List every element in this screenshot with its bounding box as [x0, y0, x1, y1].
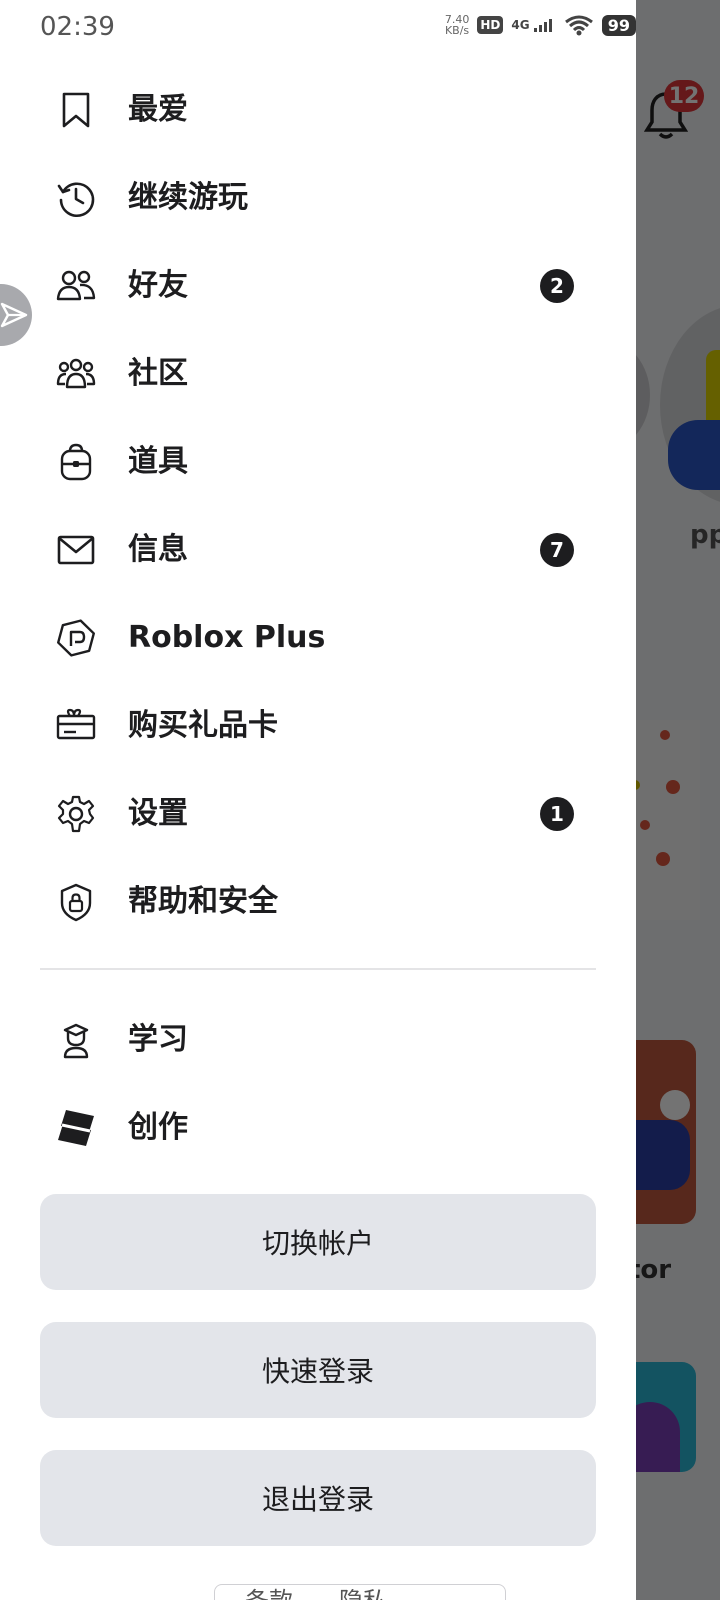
menu-item-inventory[interactable]: 道具: [0, 418, 636, 506]
network-speed-unit: KB/s: [444, 24, 470, 37]
hd-icon: HD: [477, 16, 504, 34]
learn-icon: [56, 1020, 96, 1060]
friends-count-badge: 2: [540, 269, 574, 303]
terms-link[interactable]: 条款: [245, 1585, 293, 1600]
cellular-signal-icon: 4G: [511, 18, 555, 33]
friends-icon: [56, 266, 96, 306]
shield-lock-icon: [56, 882, 96, 922]
menu-item-learn[interactable]: 学习: [0, 996, 636, 1084]
footer-links: 条款 隐私: [214, 1584, 506, 1600]
menu-item-label: 社区: [128, 356, 188, 391]
network-speed: 7.40 KB/s: [445, 14, 470, 36]
history-icon: [56, 178, 96, 218]
status-time: 02:39: [40, 12, 115, 42]
menu-item-create[interactable]: 创作: [0, 1084, 636, 1172]
menu-item-favorites[interactable]: 最爱: [0, 66, 636, 154]
bookmark-icon: [56, 90, 96, 130]
mail-icon: [56, 530, 96, 570]
menu-item-messages[interactable]: 信息 7: [0, 506, 636, 594]
menu-divider: [40, 968, 596, 970]
status-indicators: 7.40 KB/s HD 4G 99: [445, 14, 636, 36]
menu-item-label: 学习: [128, 1022, 188, 1057]
menu-item-label: 最爱: [128, 92, 188, 127]
messages-count-badge: 7: [540, 533, 574, 567]
menu-item-label: Roblox Plus: [128, 620, 326, 655]
menu-item-label: 购买礼品卡: [128, 708, 278, 743]
gear-icon: [56, 794, 96, 834]
battery-indicator: 99: [601, 14, 636, 36]
roblox-plus-icon: [56, 618, 96, 658]
menu-item-label: 帮助和安全: [128, 884, 278, 919]
menu-item-label: 设置: [128, 796, 188, 831]
navigation-drawer: 02:39 7.40 KB/s HD 4G 99 最爱 继续游玩 好友 2 社区…: [0, 0, 636, 1600]
logout-button[interactable]: 退出登录: [40, 1450, 596, 1546]
roblox-studio-icon: [56, 1108, 96, 1148]
wifi-icon: [564, 15, 593, 36]
status-bar: 02:39 7.40 KB/s HD 4G 99: [0, 0, 636, 56]
menu-item-label: 好友: [128, 268, 188, 303]
gift-card-icon: [56, 706, 96, 746]
send-icon: [0, 302, 28, 328]
menu-item-community[interactable]: 社区: [0, 330, 636, 418]
menu-item-label: 创作: [128, 1110, 188, 1145]
backpack-icon: [56, 442, 96, 482]
settings-count-badge: 1: [540, 797, 574, 831]
community-icon: [56, 354, 96, 394]
quick-login-button[interactable]: 快速登录: [40, 1322, 596, 1418]
privacy-link[interactable]: 隐私: [339, 1585, 387, 1600]
menu-item-label: 道具: [128, 444, 188, 479]
menu-item-settings[interactable]: 设置 1: [0, 770, 636, 858]
menu-item-label: 信息: [128, 532, 188, 567]
main-menu: 最爱 继续游玩 好友 2 社区 道具 信息 7 Roblox Plus 购买礼品…: [0, 66, 636, 946]
menu-item-label: 继续游玩: [128, 180, 248, 215]
menu-item-gift-card[interactable]: 购买礼品卡: [0, 682, 636, 770]
secondary-menu: 学习 创作: [0, 996, 636, 1172]
menu-item-help-safety[interactable]: 帮助和安全: [0, 858, 636, 946]
menu-item-roblox-plus[interactable]: Roblox Plus: [0, 594, 636, 682]
menu-item-friends[interactable]: 好友 2: [0, 242, 636, 330]
switch-account-button[interactable]: 切换帐户: [40, 1194, 596, 1290]
network-type: 4G: [511, 17, 530, 32]
menu-item-continue-playing[interactable]: 继续游玩: [0, 154, 636, 242]
